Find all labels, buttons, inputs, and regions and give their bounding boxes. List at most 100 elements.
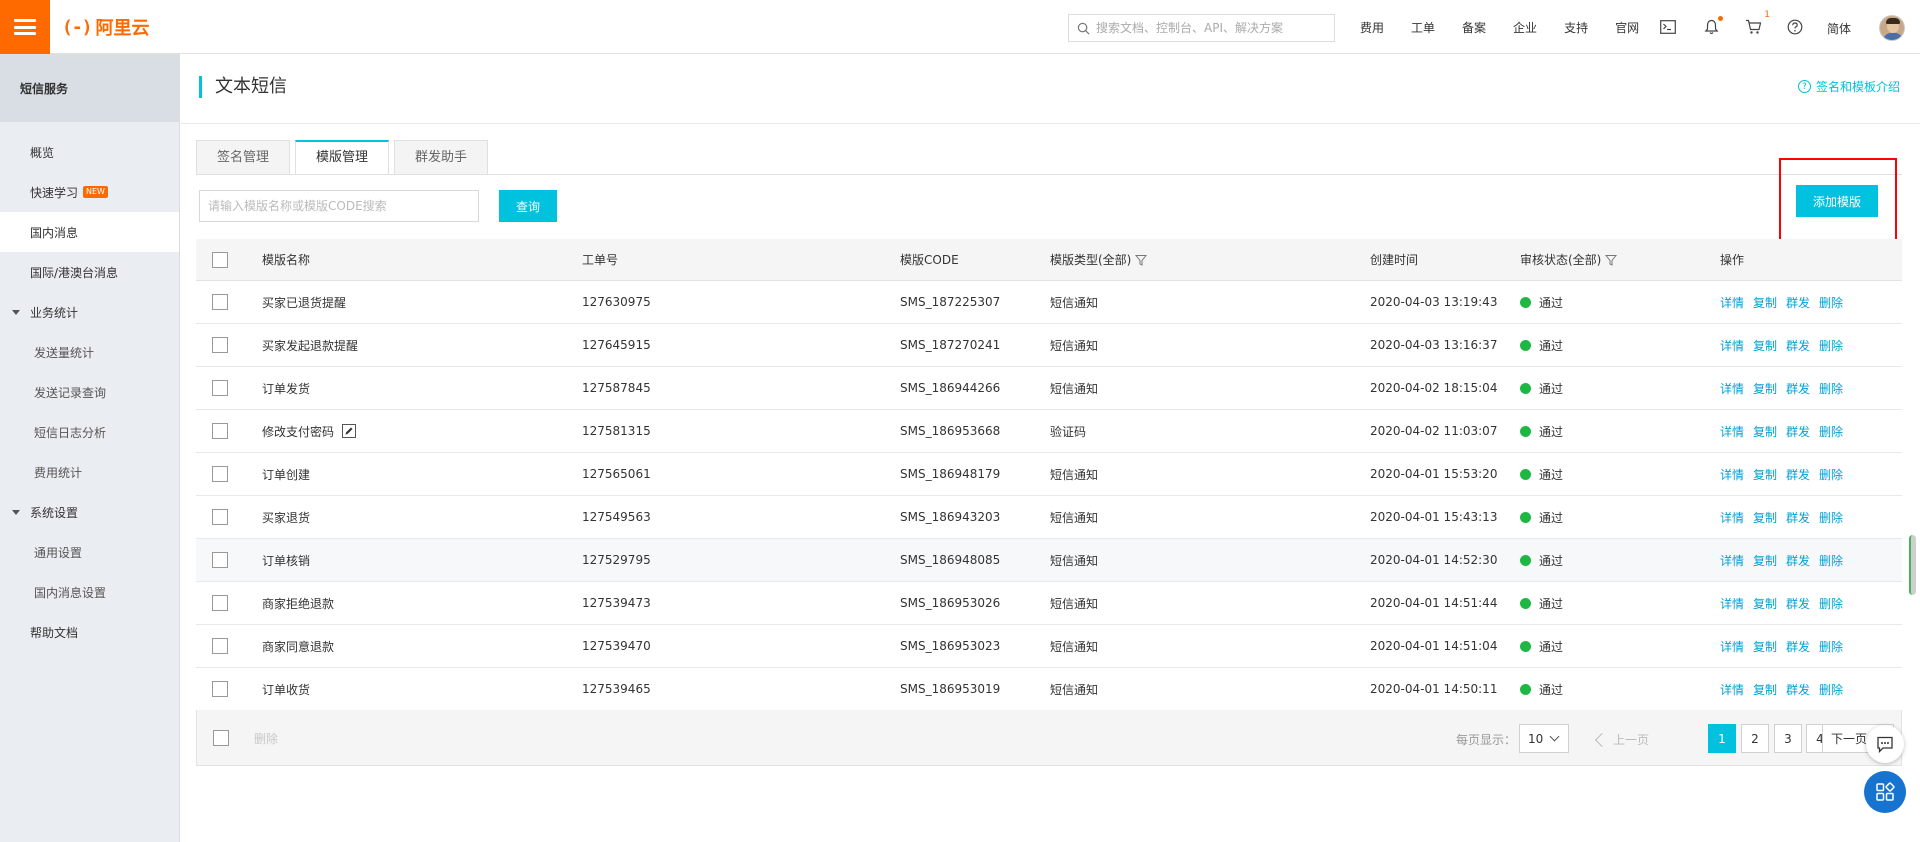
- sidebar-item-send-stats[interactable]: 发送量统计: [0, 332, 179, 372]
- row-checkbox[interactable]: [212, 294, 228, 310]
- sidebar-item-log-analysis[interactable]: 短信日志分析: [0, 412, 179, 452]
- cart-icon[interactable]: 1: [1744, 10, 1770, 36]
- copy-link[interactable]: 复制: [1753, 466, 1777, 483]
- detail-link[interactable]: 详情: [1720, 595, 1744, 612]
- chat-icon[interactable]: [1866, 725, 1904, 763]
- bell-icon[interactable]: [1702, 16, 1723, 36]
- bulk-send-link[interactable]: 群发: [1786, 638, 1810, 655]
- tab-bulk-send[interactable]: 群发助手: [394, 140, 489, 175]
- row-checkbox[interactable]: [212, 552, 228, 568]
- copy-link[interactable]: 复制: [1753, 423, 1777, 440]
- bulk-send-link[interactable]: 群发: [1786, 423, 1810, 440]
- bulk-send-link[interactable]: 群发: [1786, 466, 1810, 483]
- sidebar-item-help-docs[interactable]: 帮助文档: [0, 612, 179, 652]
- detail-link[interactable]: 详情: [1720, 681, 1744, 698]
- avatar[interactable]: [1879, 15, 1905, 41]
- tab-signatures[interactable]: 签名管理: [196, 140, 291, 175]
- row-checkbox[interactable]: [212, 638, 228, 654]
- delete-link[interactable]: 删除: [1819, 337, 1843, 354]
- filter-icon[interactable]: [1135, 254, 1148, 266]
- delete-link[interactable]: 删除: [1819, 466, 1843, 483]
- global-search[interactable]: [1068, 14, 1335, 42]
- sidebar-group-sys-settings[interactable]: 系统设置: [0, 492, 179, 532]
- sidebar-group-biz-stats[interactable]: 业务统计: [0, 292, 179, 332]
- add-template-button[interactable]: 添加模版: [1796, 185, 1878, 217]
- select-all-checkbox[interactable]: [212, 251, 228, 268]
- sidebar-item-domestic-settings[interactable]: 国内消息设置: [0, 572, 179, 612]
- copy-link[interactable]: 复制: [1753, 337, 1777, 354]
- bulk-send-link[interactable]: 群发: [1786, 337, 1810, 354]
- sidebar-item-quick-learn[interactable]: 快速学习 NEW: [0, 172, 179, 212]
- delete-link[interactable]: 删除: [1819, 423, 1843, 440]
- sidebar-item-overview[interactable]: 概览: [0, 132, 179, 172]
- nav-icp[interactable]: 备案: [1462, 19, 1486, 36]
- delete-link[interactable]: 删除: [1819, 638, 1843, 655]
- col-status[interactable]: 审核状态(全部): [1520, 239, 1618, 280]
- copy-link[interactable]: 复制: [1753, 595, 1777, 612]
- sidebar-item-international[interactable]: 国际/港澳台消息: [0, 252, 179, 292]
- row-checkbox[interactable]: [212, 337, 228, 353]
- page-1-button[interactable]: 1: [1708, 724, 1736, 753]
- template-search-input[interactable]: [199, 190, 479, 222]
- delete-link[interactable]: 删除: [1819, 380, 1843, 397]
- prev-page-button[interactable]: 上一页: [1594, 731, 1649, 748]
- nav-official-site[interactable]: 官网: [1615, 19, 1639, 36]
- sidebar-item-domestic[interactable]: 国内消息: [0, 212, 179, 252]
- delete-link[interactable]: 删除: [1819, 509, 1843, 526]
- copy-link[interactable]: 复制: [1753, 638, 1777, 655]
- page-2-button[interactable]: 2: [1741, 724, 1769, 753]
- bulk-send-link[interactable]: 群发: [1786, 294, 1810, 311]
- col-type[interactable]: 模版类型(全部): [1050, 239, 1148, 280]
- bulk-send-link[interactable]: 群发: [1786, 552, 1810, 569]
- row-checkbox[interactable]: [212, 380, 228, 396]
- sidebar-item-fee-stats[interactable]: 费用统计: [0, 452, 179, 492]
- page-3-button[interactable]: 3: [1774, 724, 1802, 753]
- delete-link[interactable]: 删除: [1819, 595, 1843, 612]
- per-page-select[interactable]: 10: [1519, 724, 1569, 753]
- language-switch[interactable]: 简体: [1827, 20, 1851, 37]
- bulk-send-link[interactable]: 群发: [1786, 681, 1810, 698]
- delete-link[interactable]: 删除: [1819, 552, 1843, 569]
- delete-link[interactable]: 删除: [1819, 294, 1843, 311]
- help-icon[interactable]: [1786, 18, 1804, 36]
- detail-link[interactable]: 详情: [1720, 552, 1744, 569]
- logo[interactable]: (-) 阿里云: [62, 15, 150, 40]
- copy-link[interactable]: 复制: [1753, 552, 1777, 569]
- footer-select-all-checkbox[interactable]: [213, 730, 229, 746]
- detail-link[interactable]: 详情: [1720, 423, 1744, 440]
- copy-link[interactable]: 复制: [1753, 294, 1777, 311]
- detail-link[interactable]: 详情: [1720, 337, 1744, 354]
- menu-icon[interactable]: [0, 0, 50, 54]
- bulk-send-link[interactable]: 群发: [1786, 595, 1810, 612]
- row-checkbox[interactable]: [212, 681, 228, 697]
- detail-link[interactable]: 详情: [1720, 380, 1744, 397]
- terminal-icon[interactable]: [1659, 18, 1677, 36]
- nav-tickets[interactable]: 工单: [1411, 19, 1435, 36]
- detail-link[interactable]: 详情: [1720, 294, 1744, 311]
- detail-link[interactable]: 详情: [1720, 638, 1744, 655]
- detail-link[interactable]: 详情: [1720, 466, 1744, 483]
- row-checkbox[interactable]: [212, 466, 228, 482]
- copy-link[interactable]: 复制: [1753, 509, 1777, 526]
- filter-icon[interactable]: [1605, 254, 1618, 266]
- sidebar-item-send-records[interactable]: 发送记录查询: [0, 372, 179, 412]
- bulk-send-link[interactable]: 群发: [1786, 380, 1810, 397]
- intro-link[interactable]: ? 签名和模板介绍: [1797, 78, 1900, 95]
- delete-link[interactable]: 删除: [1819, 681, 1843, 698]
- nav-support[interactable]: 支持: [1564, 19, 1588, 36]
- tab-templates[interactable]: 模版管理: [295, 140, 390, 175]
- bulk-delete-button[interactable]: 删除: [254, 730, 278, 747]
- bulk-send-link[interactable]: 群发: [1786, 509, 1810, 526]
- nav-enterprise[interactable]: 企业: [1513, 19, 1537, 36]
- nav-fees[interactable]: 费用: [1360, 19, 1384, 36]
- row-checkbox[interactable]: [212, 423, 228, 439]
- sidebar-item-general-settings[interactable]: 通用设置: [0, 532, 179, 572]
- row-checkbox[interactable]: [212, 509, 228, 525]
- query-button[interactable]: 查询: [499, 190, 557, 222]
- scrollbar-thumb[interactable]: [1909, 535, 1916, 595]
- edit-icon[interactable]: [342, 424, 357, 438]
- global-search-input[interactable]: [1096, 21, 1326, 35]
- row-checkbox[interactable]: [212, 595, 228, 611]
- copy-link[interactable]: 复制: [1753, 380, 1777, 397]
- copy-link[interactable]: 复制: [1753, 681, 1777, 698]
